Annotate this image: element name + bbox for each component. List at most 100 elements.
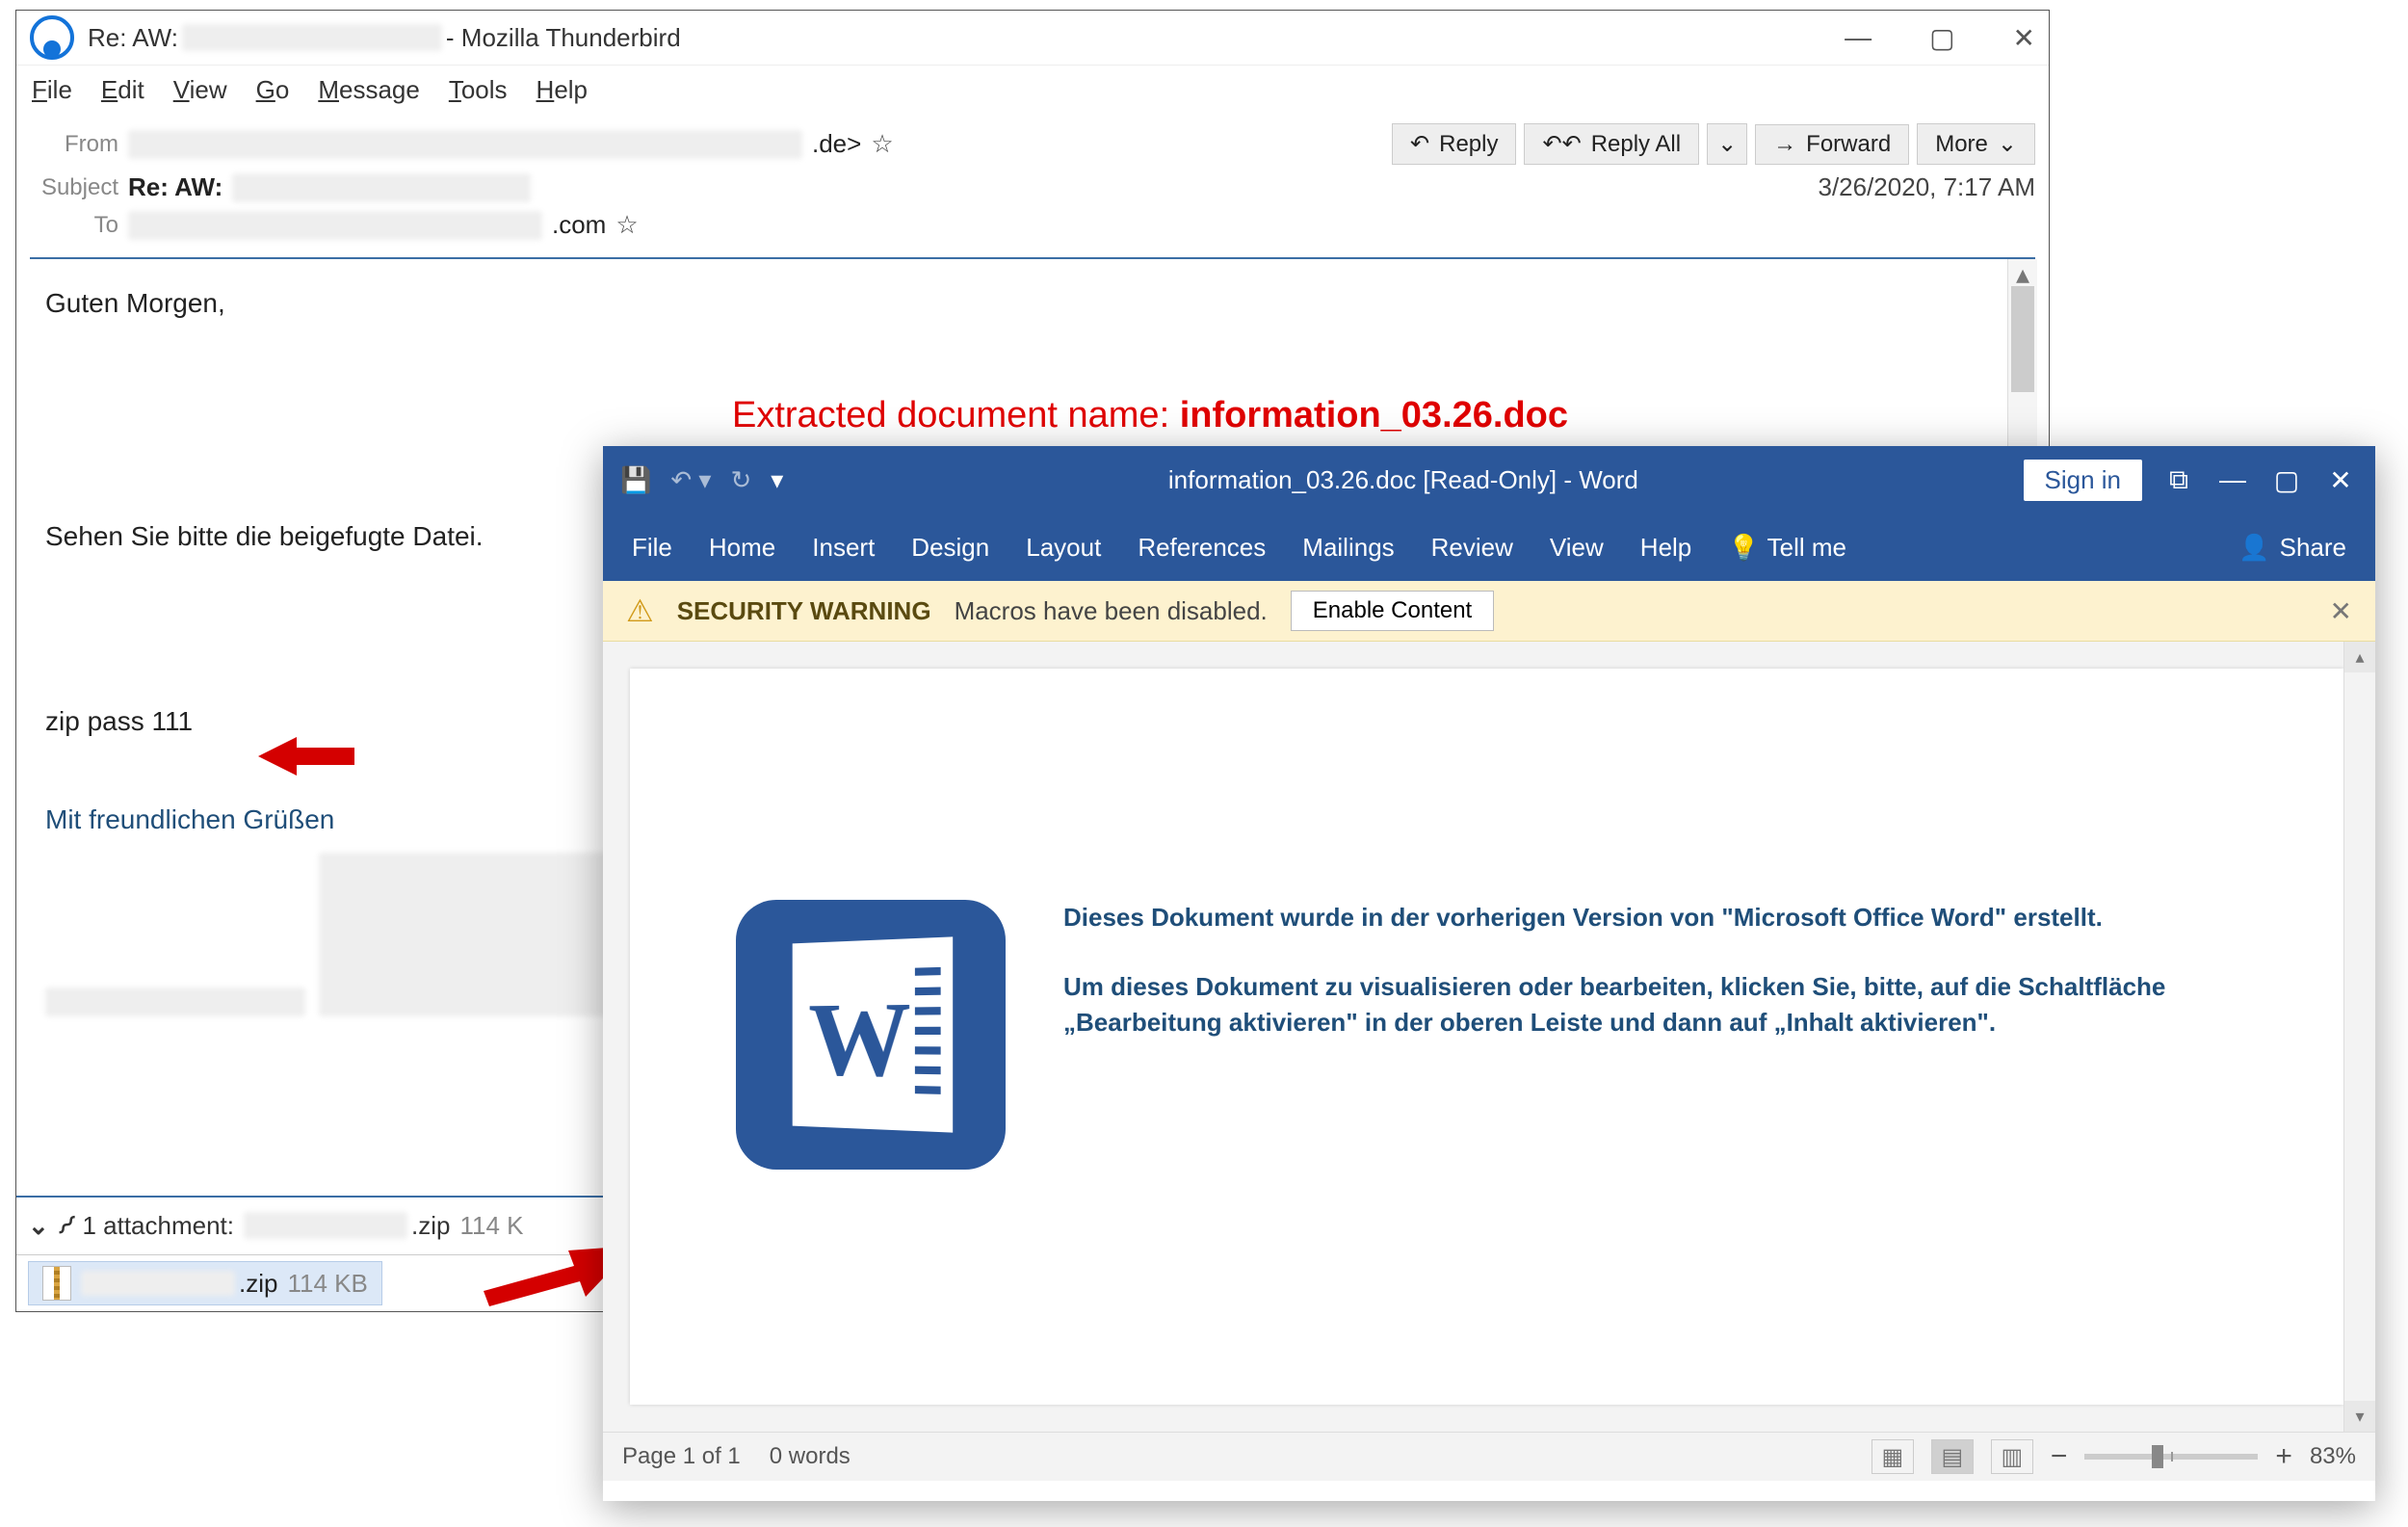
from-redacted: [128, 130, 802, 159]
scroll-up-icon[interactable]: ▴: [2008, 259, 2037, 288]
word-ribbon-tabs: File Home Insert Design Layout Reference…: [603, 513, 2375, 581]
forward-button[interactable]: →Forward: [1755, 124, 1909, 165]
forward-icon: →: [1773, 131, 1796, 158]
tab-view[interactable]: View: [1550, 533, 1604, 563]
to-redacted: [128, 211, 542, 240]
zoom-out-button[interactable]: −: [2051, 1440, 2068, 1473]
to-domain: .com: [552, 210, 606, 240]
tb-titlebar: Re: AW: - Mozilla Thunderbird — ▢ ✕: [16, 11, 2049, 66]
word-window: 💾 ↶ ▾ ↻ ▾ information_03.26.doc [Read-On…: [603, 446, 2375, 1501]
attachment-chip[interactable]: .zip 114 KB: [28, 1261, 382, 1305]
tab-references[interactable]: References: [1138, 533, 1266, 563]
menu-go[interactable]: Go: [256, 75, 290, 105]
tb-menubar: File Edit View Go Message Tools Help: [16, 66, 2049, 114]
tell-me-button[interactable]: 💡Tell me: [1728, 533, 1846, 563]
title-prefix: Re: AW:: [88, 23, 178, 53]
menu-tools[interactable]: Tools: [449, 75, 508, 105]
reply-all-button[interactable]: ↶↶Reply All: [1524, 123, 1699, 165]
attachment-chip-ext: .zip: [239, 1269, 277, 1299]
word-page: W Dieses Dokument wurde in der vorherige…: [630, 669, 2343, 1405]
red-arrow-icon: [258, 732, 354, 780]
share-icon: 👤: [2238, 533, 2269, 563]
redo-icon[interactable]: ↻: [730, 465, 751, 495]
print-layout-icon[interactable]: ▤: [1931, 1439, 1974, 1474]
reply-button[interactable]: ↶Reply: [1392, 123, 1516, 165]
tab-layout[interactable]: Layout: [1026, 533, 1101, 563]
attachment-chip-size: 114 KB: [287, 1269, 367, 1299]
message-date: 3/26/2020, 7:17 AM: [1818, 172, 2035, 202]
document-title: information_03.26.doc [Read-Only] - Word: [802, 465, 2003, 495]
read-mode-icon[interactable]: ▦: [1871, 1439, 1914, 1474]
word-count[interactable]: 0 words: [770, 1443, 851, 1470]
message-header: From .de> ☆ ↶Reply ↶↶Reply All ⌄ →Forwar…: [16, 114, 2049, 250]
maximize-button[interactable]: ▢: [2269, 464, 2304, 496]
star-icon[interactable]: ☆: [871, 129, 893, 159]
enable-content-button[interactable]: Enable Content: [1291, 591, 1494, 631]
window-title: Re: AW: - Mozilla Thunderbird: [88, 23, 681, 53]
from-label: From: [30, 131, 118, 158]
attachment-count: 1 attachment:: [82, 1211, 234, 1241]
tab-insert[interactable]: Insert: [812, 533, 875, 563]
more-button[interactable]: More ⌄: [1917, 123, 2035, 165]
doc-paragraph-1: Dieses Dokument wurde in der vorherigen …: [1063, 900, 2171, 935]
body-greeting: Guten Morgen,: [45, 288, 2026, 319]
ribbon-display-icon[interactable]: ⧉: [2161, 464, 2196, 496]
reply-all-dropdown[interactable]: ⌄: [1707, 123, 1747, 165]
web-layout-icon[interactable]: ▥: [1991, 1439, 2033, 1474]
minimize-button[interactable]: —: [1845, 22, 1871, 54]
warning-close-icon[interactable]: ✕: [2330, 595, 2352, 627]
warning-title: SECURITY WARNING: [677, 596, 931, 626]
zoom-in-button[interactable]: +: [2275, 1440, 2292, 1473]
thunderbird-icon: [30, 15, 74, 60]
sig-redacted-1: [45, 987, 305, 1016]
tab-design[interactable]: Design: [911, 533, 989, 563]
attachment-ext: .zip: [411, 1211, 450, 1241]
menu-message[interactable]: Message: [318, 75, 420, 105]
from-domain: .de>: [812, 129, 861, 159]
paperclip-icon: ⌇: [49, 1208, 83, 1242]
undo-icon[interactable]: ↶ ▾: [670, 465, 711, 495]
tab-file[interactable]: File: [632, 533, 672, 563]
title-redacted: [182, 24, 442, 51]
close-button[interactable]: ✕: [2323, 464, 2358, 496]
tab-review[interactable]: Review: [1431, 533, 1513, 563]
scroll-down-icon[interactable]: ▾: [2344, 1401, 2375, 1432]
quick-access-toolbar: 💾 ↶ ▾ ↻ ▾: [620, 465, 783, 495]
word-logo-icon: W: [736, 900, 1006, 1170]
document-content: Dieses Dokument wurde in der vorherigen …: [1063, 900, 2171, 1405]
reply-icon: ↶: [1410, 130, 1429, 158]
shield-warning-icon: ⚠: [626, 592, 654, 629]
header-actions: ↶Reply ↶↶Reply All ⌄ →Forward More ⌄: [1392, 123, 2035, 165]
tab-mailings[interactable]: Mailings: [1302, 533, 1394, 563]
word-titlebar: 💾 ↶ ▾ ↻ ▾ information_03.26.doc [Read-On…: [603, 446, 2375, 513]
menu-edit[interactable]: Edit: [101, 75, 144, 105]
scroll-up-icon[interactable]: ▴: [2344, 642, 2375, 672]
menu-file[interactable]: File: [32, 75, 72, 105]
zoom-level[interactable]: 83%: [2310, 1443, 2356, 1470]
word-canvas: W Dieses Dokument wurde in der vorherige…: [603, 642, 2375, 1432]
zoom-slider[interactable]: [2084, 1454, 2258, 1460]
page-indicator[interactable]: Page 1 of 1: [622, 1443, 741, 1470]
sign-in-button[interactable]: Sign in: [2024, 460, 2143, 501]
subject-prefix: Re: AW:: [128, 172, 222, 202]
menu-view[interactable]: View: [173, 75, 227, 105]
scroll-thumb[interactable]: [2011, 286, 2034, 392]
qat-customize-icon[interactable]: ▾: [771, 465, 783, 495]
save-icon[interactable]: 💾: [620, 465, 651, 495]
tab-home[interactable]: Home: [709, 533, 775, 563]
chevron-down-icon[interactable]: ⌄: [28, 1211, 49, 1241]
close-button[interactable]: ✕: [2013, 22, 2035, 54]
menu-help[interactable]: Help: [537, 75, 588, 105]
word-scrollbar[interactable]: ▴ ▾: [2343, 642, 2375, 1432]
subject-label: Subject: [30, 174, 118, 201]
tb-window-controls: — ▢ ✕: [1845, 22, 2035, 54]
share-button[interactable]: 👤Share: [2238, 533, 2346, 563]
maximize-button[interactable]: ▢: [1929, 22, 1954, 54]
annotation-label: Extracted document name: information_03.…: [732, 395, 1568, 436]
star-icon[interactable]: ☆: [615, 210, 638, 240]
doc-paragraph-2: Um dieses Dokument zu visualisieren oder…: [1063, 969, 2171, 1040]
lightbulb-icon: 💡: [1728, 533, 1759, 563]
tab-help[interactable]: Help: [1640, 533, 1691, 563]
security-warning-bar: ⚠ SECURITY WARNING Macros have been disa…: [603, 581, 2375, 642]
minimize-button[interactable]: —: [2215, 464, 2250, 495]
